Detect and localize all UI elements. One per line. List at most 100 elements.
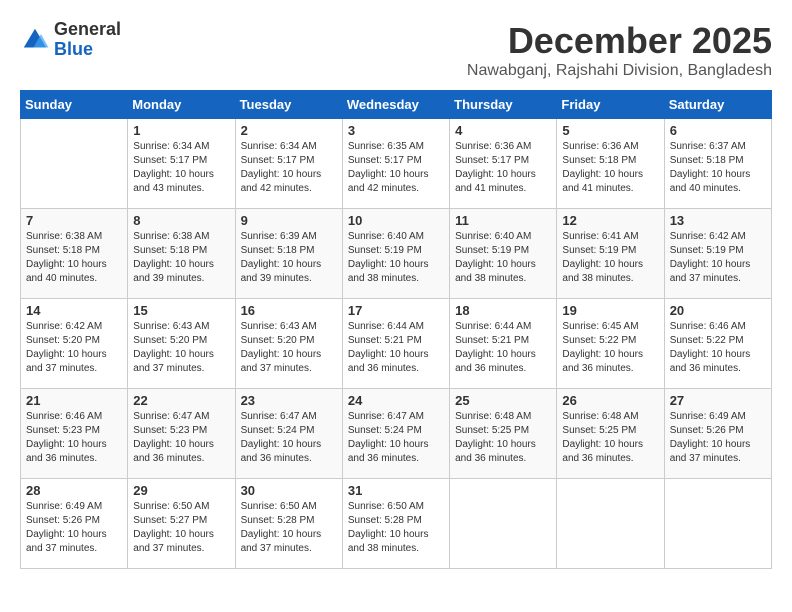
calendar-cell (557, 479, 664, 569)
day-info: Sunrise: 6:36 AM Sunset: 5:18 PM Dayligh… (562, 140, 658, 196)
calendar-cell (664, 479, 771, 569)
calendar-cell: 10Sunrise: 6:40 AM Sunset: 5:19 PM Dayli… (342, 209, 449, 299)
day-info: Sunrise: 6:47 AM Sunset: 5:23 PM Dayligh… (133, 410, 229, 466)
day-number: 29 (133, 483, 229, 498)
calendar-cell: 27 Sunrise: 6:49 AM Sunset: 5:26 PM Dayli… (664, 389, 771, 479)
day-number: 21 (26, 393, 122, 408)
calendar-cell: 28 Sunrise: 6:49 AM Sunset: 5:26 PM Dayli… (21, 479, 128, 569)
calendar-cell: 22 Sunrise: 6:47 AM Sunset: 5:23 PM Dayli… (128, 389, 235, 479)
day-info: Sunrise: 6:45 AM Sunset: 5:22 PM Dayligh… (562, 320, 658, 376)
day-number: 19 (562, 303, 658, 318)
day-info: Sunrise: 6:46 AM Sunset: 5:22 PM Dayligh… (670, 320, 766, 376)
day-info: Sunrise: 6:38 AM Sunset: 5:18 PM Dayligh… (133, 230, 229, 286)
calendar-cell: 7 Sunrise: 6:38 AM Sunset: 5:18 PM Daylig… (21, 209, 128, 299)
day-number: 25 (455, 393, 551, 408)
day-info: Sunrise: 6:49 AM Sunset: 5:26 PM Dayligh… (670, 410, 766, 466)
day-number: 8 (133, 213, 229, 228)
calendar-week-row: 14 Sunrise: 6:42 AM Sunset: 5:20 PM Dayli… (21, 299, 772, 389)
day-number: 1 (133, 123, 229, 138)
calendar-cell: 25 Sunrise: 6:48 AM Sunset: 5:25 PM Dayli… (450, 389, 557, 479)
day-header-sunday: Sunday (21, 91, 128, 119)
calendar-cell: 14 Sunrise: 6:42 AM Sunset: 5:20 PM Dayli… (21, 299, 128, 389)
day-info: Sunrise: 6:47 AM Sunset: 5:24 PM Dayligh… (241, 410, 337, 466)
logo-icon (20, 25, 50, 55)
calendar-cell: 31 Sunrise: 6:50 AM Sunset: 5:28 PM Dayli… (342, 479, 449, 569)
calendar-week-row: 21Sunrise: 6:46 AM Sunset: 5:23 PM Dayli… (21, 389, 772, 479)
calendar-header-row: SundayMondayTuesdayWednesdayThursdayFrid… (21, 91, 772, 119)
day-number: 2 (241, 123, 337, 138)
day-info: Sunrise: 6:43 AM Sunset: 5:20 PM Dayligh… (133, 320, 229, 376)
calendar-cell (21, 119, 128, 209)
calendar-cell: 13Sunrise: 6:42 AM Sunset: 5:19 PM Dayli… (664, 209, 771, 299)
month-title: December 2025 (467, 20, 772, 62)
logo-text: General Blue (54, 20, 121, 60)
day-info: Sunrise: 6:43 AM Sunset: 5:20 PM Dayligh… (241, 320, 337, 376)
day-header-tuesday: Tuesday (235, 91, 342, 119)
calendar-cell: 1Sunrise: 6:34 AM Sunset: 5:17 PM Daylig… (128, 119, 235, 209)
calendar-cell: 12 Sunrise: 6:41 AM Sunset: 5:19 PM Dayli… (557, 209, 664, 299)
day-number: 26 (562, 393, 658, 408)
calendar-table: SundayMondayTuesdayWednesdayThursdayFrid… (20, 90, 772, 569)
calendar-cell: 24Sunrise: 6:47 AM Sunset: 5:24 PM Dayli… (342, 389, 449, 479)
day-number: 11 (455, 213, 551, 228)
day-info: Sunrise: 6:47 AM Sunset: 5:24 PM Dayligh… (348, 410, 444, 466)
day-info: Sunrise: 6:34 AM Sunset: 5:17 PM Dayligh… (241, 140, 337, 196)
calendar-cell: 2 Sunrise: 6:34 AM Sunset: 5:17 PM Daylig… (235, 119, 342, 209)
day-info: Sunrise: 6:42 AM Sunset: 5:20 PM Dayligh… (26, 320, 122, 376)
day-number: 6 (670, 123, 766, 138)
day-number: 30 (241, 483, 337, 498)
day-number: 27 (670, 393, 766, 408)
calendar-week-row: 1 Sunrise: 6:34 AM Sunset: 5:17 PM Daylig… (21, 119, 772, 209)
calendar-cell: 17 Sunrise: 6:44 AM Sunset: 5:21 PM Dayli… (342, 299, 449, 389)
calendar-cell: 8 Sunrise: 6:38 AM Sunset: 5:18 PM Daylig… (128, 209, 235, 299)
calendar-cell: 29 Sunrise: 6:50 AM Sunset: 5:27 PM Dayli… (128, 479, 235, 569)
day-info: Sunrise: 6:48 AM Sunset: 5:25 PM Dayligh… (455, 410, 551, 466)
day-header-monday: Monday (128, 91, 235, 119)
day-number: 28 (26, 483, 122, 498)
day-number: 3 (348, 123, 444, 138)
day-number: 15 (133, 303, 229, 318)
calendar-cell: 16 Sunrise: 6:43 AM Sunset: 5:20 PM Dayli… (235, 299, 342, 389)
day-number: 5 (562, 123, 658, 138)
day-number: 12 (562, 213, 658, 228)
logo: General Blue (20, 20, 121, 60)
day-number: 18 (455, 303, 551, 318)
calendar-cell: 30Sunrise: 6:50 AM Sunset: 5:28 PM Dayli… (235, 479, 342, 569)
day-number: 7 (26, 213, 122, 228)
calendar-cell: 15 Sunrise: 6:43 AM Sunset: 5:20 PM Dayli… (128, 299, 235, 389)
day-info: Sunrise: 6:44 AM Sunset: 5:21 PM Dayligh… (348, 320, 444, 376)
calendar-cell: 6 Sunrise: 6:37 AM Sunset: 5:18 PM Daylig… (664, 119, 771, 209)
day-info: Sunrise: 6:36 AM Sunset: 5:17 PM Dayligh… (455, 140, 551, 196)
day-info: Sunrise: 6:35 AM Sunset: 5:17 PM Dayligh… (348, 140, 444, 196)
calendar-cell (450, 479, 557, 569)
day-info: Sunrise: 6:38 AM Sunset: 5:18 PM Dayligh… (26, 230, 122, 286)
calendar-cell: 9 Sunrise: 6:39 AM Sunset: 5:18 PM Daylig… (235, 209, 342, 299)
day-info: Sunrise: 6:49 AM Sunset: 5:26 PM Dayligh… (26, 500, 122, 556)
day-info: Sunrise: 6:50 AM Sunset: 5:28 PM Dayligh… (348, 500, 444, 556)
page-header: General Blue December 2025 Nawabganj, Ra… (20, 20, 772, 80)
day-number: 20 (670, 303, 766, 318)
calendar-cell: 20 Sunrise: 6:46 AM Sunset: 5:22 PM Dayli… (664, 299, 771, 389)
day-number: 10 (348, 213, 444, 228)
day-info: Sunrise: 6:39 AM Sunset: 5:18 PM Dayligh… (241, 230, 337, 286)
day-header-friday: Friday (557, 91, 664, 119)
day-info: Sunrise: 6:42 AM Sunset: 5:19 PM Dayligh… (670, 230, 766, 286)
calendar-cell: 26 Sunrise: 6:48 AM Sunset: 5:25 PM Dayli… (557, 389, 664, 479)
day-number: 9 (241, 213, 337, 228)
calendar-cell: 11Sunrise: 6:40 AM Sunset: 5:19 PM Dayli… (450, 209, 557, 299)
day-number: 23 (241, 393, 337, 408)
day-number: 17 (348, 303, 444, 318)
day-number: 16 (241, 303, 337, 318)
calendar-week-row: 7 Sunrise: 6:38 AM Sunset: 5:18 PM Daylig… (21, 209, 772, 299)
day-info: Sunrise: 6:48 AM Sunset: 5:25 PM Dayligh… (562, 410, 658, 466)
calendar-cell: 19 Sunrise: 6:45 AM Sunset: 5:22 PM Dayli… (557, 299, 664, 389)
day-info: Sunrise: 6:41 AM Sunset: 5:19 PM Dayligh… (562, 230, 658, 286)
day-number: 22 (133, 393, 229, 408)
day-number: 31 (348, 483, 444, 498)
day-info: Sunrise: 6:44 AM Sunset: 5:21 PM Dayligh… (455, 320, 551, 376)
day-info: Sunrise: 6:37 AM Sunset: 5:18 PM Dayligh… (670, 140, 766, 196)
title-area: December 2025 Nawabganj, Rajshahi Divisi… (467, 20, 772, 80)
day-number: 14 (26, 303, 122, 318)
day-info: Sunrise: 6:50 AM Sunset: 5:27 PM Dayligh… (133, 500, 229, 556)
location-subtitle: Nawabganj, Rajshahi Division, Bangladesh (467, 62, 772, 80)
